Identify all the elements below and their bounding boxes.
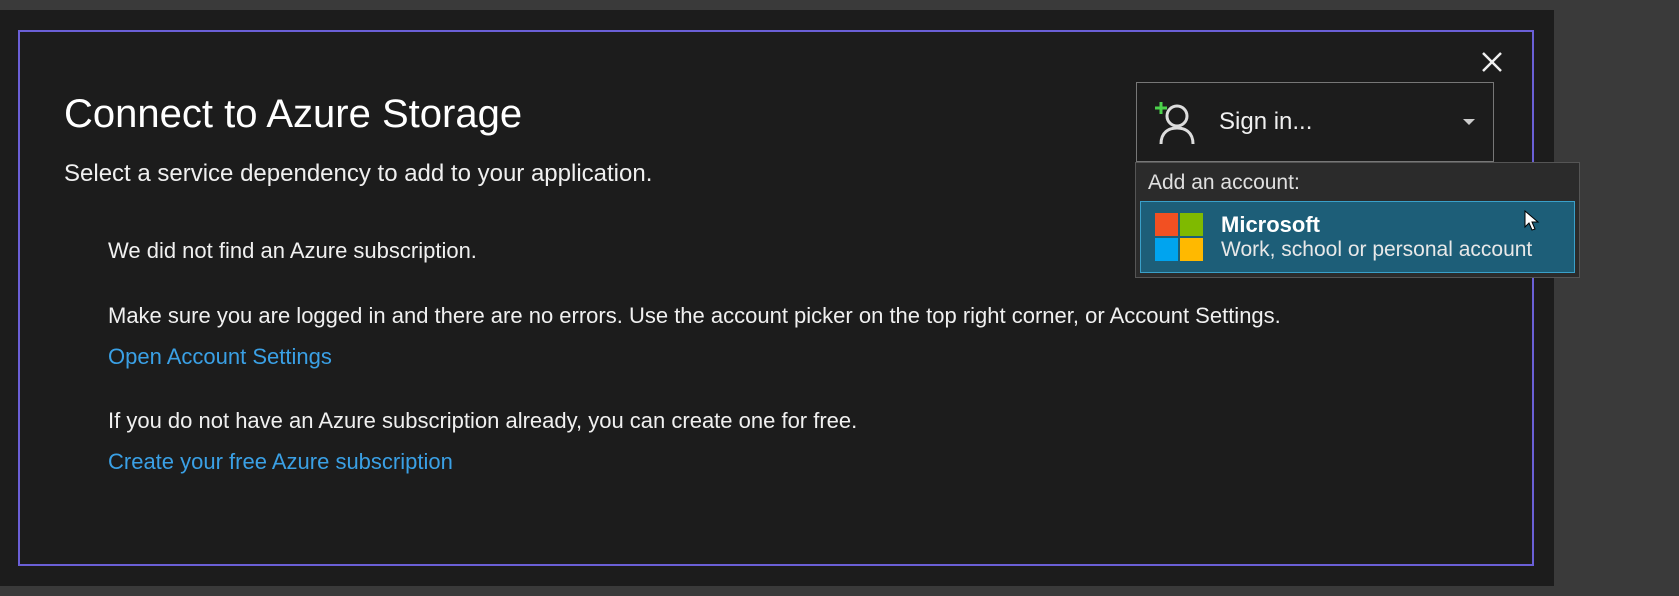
no-azure-text: If you do not have an Azure subscription…: [108, 406, 1472, 437]
connect-azure-dialog: Connect to Azure Storage Select a servic…: [18, 30, 1534, 566]
add-user-icon: [1149, 98, 1197, 146]
account-dropdown: Add an account: Microsoft Work, school o…: [1135, 162, 1580, 278]
account-item-microsoft[interactable]: Microsoft Work, school or personal accou…: [1140, 201, 1575, 273]
close-button[interactable]: [1480, 50, 1504, 74]
dialog-subtitle: Select a service dependency to add to yo…: [64, 160, 652, 188]
sign-in-button[interactable]: Sign in...: [1136, 82, 1494, 162]
create-subscription-link[interactable]: Create your free Azure subscription: [108, 447, 453, 478]
account-name: Microsoft: [1221, 212, 1532, 238]
account-text: Microsoft Work, school or personal accou…: [1221, 212, 1532, 262]
instructions-text: Make sure you are logged in and there ar…: [108, 301, 1472, 332]
microsoft-logo-icon: [1155, 213, 1203, 261]
dialog-title: Connect to Azure Storage: [64, 92, 522, 137]
open-account-settings-link[interactable]: Open Account Settings: [108, 342, 332, 373]
close-icon: [1480, 50, 1504, 74]
dropdown-header: Add an account:: [1136, 163, 1579, 201]
sign-in-label: Sign in...: [1219, 108, 1463, 136]
chevron-down-icon: [1463, 119, 1475, 125]
account-desc: Work, school or personal account: [1221, 238, 1532, 262]
cursor-icon: [1524, 210, 1540, 232]
